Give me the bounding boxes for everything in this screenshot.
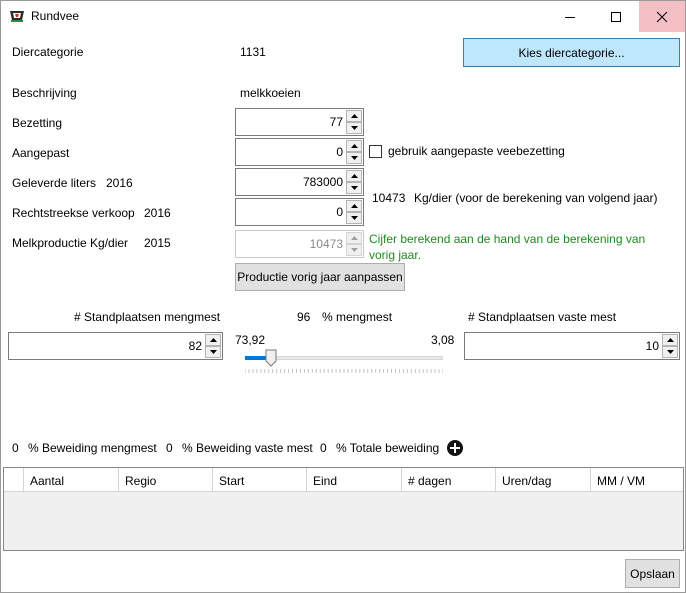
arrow-up-icon [666,338,674,342]
column-eind[interactable]: Eind [307,468,402,491]
column-mm-vm[interactable]: MM / VM [591,468,683,491]
grid-row-header-cell [4,468,24,491]
arrow-down-icon [350,186,358,190]
column-regio[interactable]: Regio [119,468,213,491]
rechtstreekse-up-button[interactable] [346,200,362,212]
mengmest-up-button[interactable] [205,334,221,346]
arrow-down-icon [350,126,358,130]
aangepast-label: Aangepast [12,146,70,160]
gebruik-aangepaste-label: gebruik aangepaste veebezetting [388,144,565,158]
productie-vorig-jaar-button[interactable]: Productie vorig jaar aanpassen [235,263,405,291]
maximize-button[interactable] [593,1,639,32]
aangepast-value: 0 [336,145,343,159]
arrow-up-icon [350,144,358,148]
geleverde-liters-label: Geleverde liters [12,176,97,190]
standplaatsen-mengmest-label: # Standplaatsen mengmest [74,310,221,324]
standplaatsen-vaste-mest-stepper[interactable]: 10 [464,332,680,360]
geleverde-liters-year: 2016 [106,176,133,190]
arrow-up-icon [350,204,358,208]
diercategorie-label: Diercategorie [12,45,84,59]
melkproductie-label: Melkproductie Kg/dier [12,236,129,250]
rechtstreekse-verkoop-value: 0 [336,205,343,219]
vaste-mest-down-button[interactable] [662,346,678,358]
arrow-down-icon [666,350,674,354]
beweiding-grid: Aantal Regio Start Eind # dagen Uren/dag… [3,467,684,551]
diercategorie-value: 1131 [240,45,266,59]
gebruik-aangepaste-checkbox[interactable] [369,145,382,158]
bezetting-value: 77 [329,115,343,129]
grid-header: Aantal Regio Start Eind # dagen Uren/dag… [4,468,683,492]
rechtstreekse-verkoop-label: Rechtstreekse verkoop [12,206,135,220]
vaste-mest-up-button[interactable] [662,334,678,346]
arrow-up-icon [209,338,217,342]
bezetting-stepper[interactable]: 77 [235,108,364,136]
mengmest-slider-thumb[interactable] [265,349,277,367]
beweiding-mengmest-label: % Beweiding mengmest [28,441,157,455]
slider-ticks [245,369,443,373]
cow-app-icon [10,11,24,22]
bezetting-label: Bezetting [12,116,63,130]
column-dagen[interactable]: # dagen [402,468,496,491]
window-title: Rundvee [31,9,80,23]
add-beweiding-icon[interactable] [447,440,463,456]
mengmest-down-button[interactable] [205,346,221,358]
rundvee-window: Rundvee Diercategorie 1131 Kies diercate… [0,0,686,593]
arrow-down-icon [350,216,358,220]
arrow-down-icon [350,156,358,160]
minimize-icon [565,16,575,18]
geleverde-up-button[interactable] [346,170,362,182]
beweiding-vaste-mest-label: % Beweiding vaste mest [182,441,313,455]
bezetting-up-button[interactable] [346,110,362,122]
column-uren-dag[interactable]: Uren/dag [496,468,591,491]
aangepast-down-button[interactable] [346,152,362,164]
rechtstreekse-verkoop-stepper[interactable]: 0 [235,198,364,226]
arrow-up-icon [350,174,358,178]
rechtstreekse-verkoop-year: 2016 [144,206,171,220]
slider-right-value: 3,08 [431,333,455,347]
cijfer-note-line1: Cijfer berekend aan de hand van de berek… [369,232,646,246]
bezetting-down-button[interactable] [346,122,362,134]
aangepast-up-button[interactable] [346,140,362,152]
opslaan-button[interactable]: Opslaan [625,559,680,588]
totale-beweiding-value: 0 [320,441,327,455]
kies-diercategorie-button[interactable]: Kies diercategorie... [463,38,680,67]
beweiding-vaste-mest-value: 0 [166,441,173,455]
geleverde-liters-value: 783000 [302,175,343,189]
aangepast-stepper[interactable]: 0 [235,138,364,166]
beweiding-mengmest-value: 0 [12,441,19,455]
cijfer-note-line2: vorig jaar. [369,248,422,262]
beschrijving-value: melkkoeien [240,86,301,100]
melkproductie-value: 10473 [309,237,343,251]
column-start[interactable]: Start [213,468,307,491]
mengmest-percent-value: 96 [297,310,311,324]
totale-beweiding-label: % Totale beweiding [336,441,440,455]
maximize-icon [611,11,621,22]
melkproductie-down-button [346,244,362,256]
melkproductie-up-button [346,232,362,244]
arrow-up-icon [350,114,358,118]
close-icon [656,11,668,22]
arrow-down-icon [350,248,358,252]
melkproductie-year: 2015 [144,236,171,250]
title-bar: Rundvee [1,1,685,32]
mengmest-percent-label: % mengmest [322,310,393,324]
close-button[interactable] [639,1,685,32]
geleverde-down-button[interactable] [346,182,362,194]
arrow-down-icon [209,350,217,354]
minimize-button[interactable] [547,1,593,32]
rechtstreekse-down-button[interactable] [346,212,362,224]
beschrijving-label: Beschrijving [12,86,77,100]
arrow-up-icon [350,236,358,240]
kg-per-dier-text: Kg/dier (voor de berekening van volgend … [414,191,658,205]
standplaatsen-mengmest-stepper[interactable]: 82 [8,332,223,360]
melkproductie-stepper: 10473 [235,230,364,258]
slider-left-value: 73,92 [235,333,266,347]
geleverde-liters-stepper[interactable]: 783000 [235,168,364,196]
standplaatsen-vaste-mest-value: 10 [645,339,659,353]
standplaatsen-mengmest-value: 82 [188,339,202,353]
kg-per-dier-value: 10473 [372,191,406,205]
standplaatsen-vaste-mest-label: # Standplaatsen vaste mest [468,310,617,324]
column-aantal[interactable]: Aantal [24,468,119,491]
